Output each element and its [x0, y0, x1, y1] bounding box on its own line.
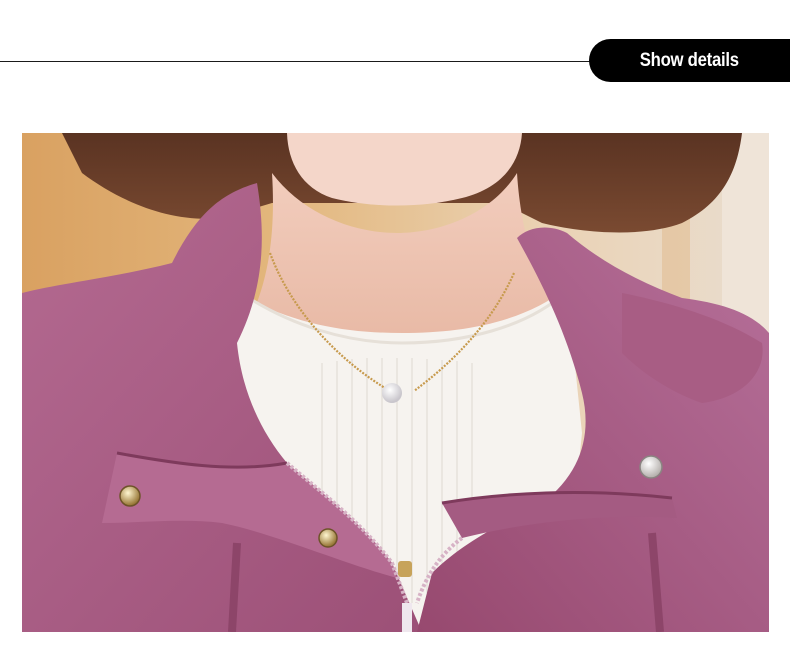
- show-details-banner: Show details: [589, 39, 790, 82]
- show-details-label: Show details: [639, 49, 740, 71]
- product-photo: [22, 133, 769, 632]
- silver-snap-right: [639, 455, 663, 479]
- zipper-pull: [402, 603, 412, 632]
- gold-snap-center: [318, 528, 338, 548]
- product-detail-page: Show details: [0, 0, 790, 656]
- jacket-collar-closeup-image: [22, 133, 769, 632]
- gold-snap-left: [119, 485, 141, 507]
- divider-line: [0, 61, 600, 62]
- pearl-pendant: [382, 383, 402, 403]
